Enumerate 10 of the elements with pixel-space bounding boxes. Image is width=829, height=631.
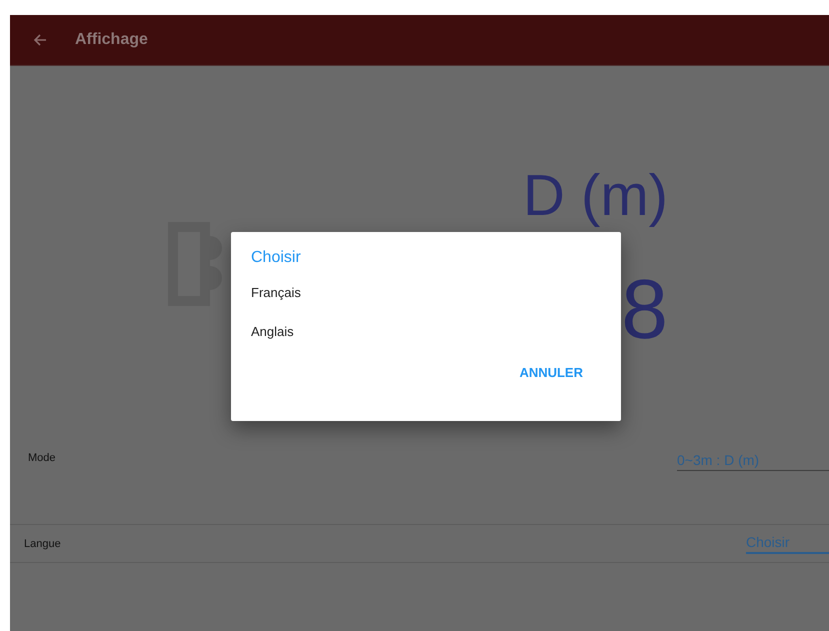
screen-title: Affichage [75, 31, 148, 49]
language-option[interactable]: Anglais [251, 324, 601, 363]
dialog-title: Choisir [251, 249, 302, 267]
cancel-button[interactable]: ANNULER [519, 363, 583, 382]
measurement-value: 8 [621, 264, 668, 354]
language-option[interactable]: Français [251, 285, 601, 324]
setting-label: Mode [28, 452, 56, 464]
back-arrow-icon[interactable] [32, 32, 48, 48]
measurement-heading: D (m) [523, 164, 668, 228]
setting-label: Langue [24, 538, 61, 550]
